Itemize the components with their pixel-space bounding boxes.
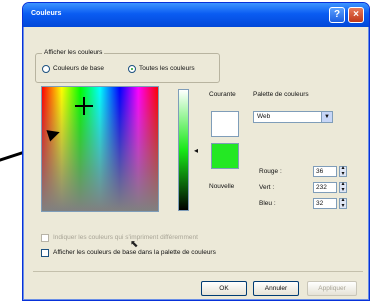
radio-all-colors-label[interactable]: Toutes les couleurs (139, 65, 195, 72)
palette-value: Web (257, 113, 271, 120)
close-button[interactable]: × (348, 7, 364, 23)
color-spectrum[interactable] (41, 86, 159, 212)
palette-dropdown[interactable]: Web ▼ (253, 111, 333, 123)
help-button[interactable]: ? (329, 7, 345, 23)
palette-label: Palette de couleurs (253, 91, 309, 98)
colors-dialog: Couleurs ? × Afficher les couleurs Coule… (22, 2, 370, 301)
chevron-down-icon[interactable]: ▼ (321, 112, 332, 122)
radio-base-colors-label[interactable]: Couleurs de base (53, 65, 104, 72)
red-input[interactable]: 36 (313, 166, 337, 177)
mouse-pointer-icon: ⬉ (130, 239, 139, 250)
separator (33, 271, 363, 272)
show-base-checkbox-label[interactable]: Afficher les couleurs de base dans la pa… (53, 249, 216, 256)
group-legend: Afficher les couleurs (42, 49, 105, 56)
cancel-button[interactable]: Annuler (253, 281, 299, 296)
red-label: Rouge : (259, 168, 282, 175)
show-base-checkbox[interactable] (41, 249, 49, 257)
current-color-label: Courante (209, 91, 236, 98)
blue-input[interactable]: 32 (313, 198, 337, 209)
blue-label: Bleu : (259, 200, 276, 207)
display-colors-group: Afficher les couleurs Couleurs de base T… (35, 49, 220, 83)
crosshair-icon[interactable] (75, 97, 93, 115)
dither-checkbox-label[interactable]: Indiquer les couleurs qui s'impriment di… (53, 234, 198, 241)
window-title: Couleurs (31, 10, 62, 17)
new-color-label: Nouvelle (209, 183, 235, 190)
green-label: Vert : (259, 184, 275, 191)
dither-checkbox[interactable] (41, 234, 49, 242)
green-spinner[interactable] (339, 180, 347, 194)
radio-base-colors[interactable] (42, 65, 50, 73)
radio-all-colors[interactable] (128, 65, 136, 73)
apply-button[interactable]: Appliquer (307, 281, 357, 296)
current-color-swatch (211, 111, 239, 137)
red-spinner[interactable] (339, 164, 347, 178)
new-color-swatch (211, 143, 239, 169)
title-bar[interactable]: Couleurs ? × (23, 3, 369, 27)
green-input[interactable]: 232 (313, 182, 337, 193)
luminance-slider[interactable] (178, 89, 189, 211)
blue-spinner[interactable] (339, 196, 347, 210)
slider-arrow-icon[interactable]: ◂ (194, 146, 198, 155)
ok-button[interactable]: OK (201, 281, 247, 296)
